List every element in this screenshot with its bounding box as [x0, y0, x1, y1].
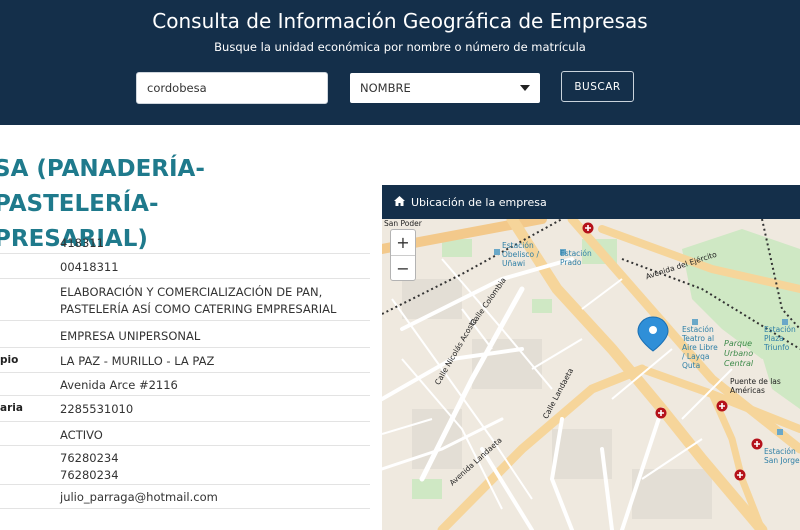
map-label: Estación Obelisco / Uñawi: [502, 241, 539, 268]
detail-row-type: EMPRESA UNIPERSONAL: [0, 321, 370, 348]
detail-value: EMPRESA UNIPERSONAL: [60, 329, 201, 343]
search-type-selected: NOMBRE: [360, 81, 411, 95]
zoom-in-button[interactable]: +: [391, 230, 415, 255]
map-label: Puente de las Américas: [730, 377, 781, 395]
company-details-table: 418311 00418311 ELABORACIÓN Y COMERCIALI…: [0, 232, 370, 509]
detail-value: 2285531010: [60, 402, 134, 416]
map-label: Estación Plaza Triunfo Kimsa...: [764, 325, 796, 353]
page-subtitle: Busque la unidad económica por nombre o …: [214, 40, 586, 54]
detail-value: 76280234 76280234: [60, 451, 119, 482]
detail-value: 418311: [60, 236, 104, 250]
detail-value: ACTIVO: [60, 428, 103, 442]
detail-row-address: Avenida Arce #2116: [0, 373, 370, 396]
search-button[interactable]: BUSCAR: [561, 71, 634, 102]
map-view[interactable]: San Poder Estación Obelisco / Uñawi Esta…: [382, 219, 800, 530]
map-label: Estación Prado: [560, 249, 592, 267]
map-zoom-control: + −: [390, 229, 416, 281]
map-label: Parque Urbano Central: [724, 339, 754, 368]
detail-row-municipio: pio LA PAZ - MURILLO - LA PAZ: [0, 348, 370, 373]
detail-row-activity: ELABORACIÓN Y COMERCIALIZACIÓN DE PAN, P…: [0, 279, 370, 321]
header: Consulta de Información Geográfica de Em…: [0, 0, 800, 125]
detail-value: 00418311: [60, 260, 119, 274]
zoom-out-button[interactable]: −: [391, 255, 415, 280]
detail-row-nit: aria 2285531010: [0, 396, 370, 422]
home-icon: [394, 195, 405, 209]
map-panel-header: Ubicación de la empresa: [382, 185, 800, 219]
detail-value: LA PAZ - MURILLO - LA PAZ: [60, 354, 215, 368]
map-label: Estación Teatro al Aire Libre / Layqa Qu…: [682, 325, 718, 370]
chevron-down-icon: [520, 85, 530, 91]
detail-value: Avenida Arce #2116: [60, 378, 178, 392]
detail-label: aria: [0, 402, 23, 414]
detail-value: ELABORACIÓN Y COMERCIALIZACIÓN DE PAN, P…: [60, 285, 337, 316]
detail-value: julio_parraga@hotmail.com: [60, 490, 218, 504]
search-type-select[interactable]: NOMBRE: [350, 73, 540, 103]
map-panel: Ubicación de la empresa San Poder Estaci…: [382, 185, 800, 530]
detail-label: pio: [0, 354, 19, 366]
detail-row-matricula: 418311: [0, 232, 370, 254]
detail-row-id: 00418311: [0, 254, 370, 279]
detail-row-email: julio_parraga@hotmail.com: [0, 485, 370, 509]
map-label: Estación San Jorge: [764, 447, 800, 465]
detail-row-phone: 76280234 76280234: [0, 446, 370, 485]
page-title: Consulta de Información Geográfica de Em…: [152, 9, 648, 33]
map-label: San Poder: [384, 219, 422, 228]
company-name-line1: SA (PANADERÍA-PASTELERÍA-: [0, 156, 205, 217]
map-panel-title: Ubicación de la empresa: [411, 195, 547, 209]
detail-row-status: ACTIVO: [0, 422, 370, 446]
search-input[interactable]: [136, 72, 328, 104]
